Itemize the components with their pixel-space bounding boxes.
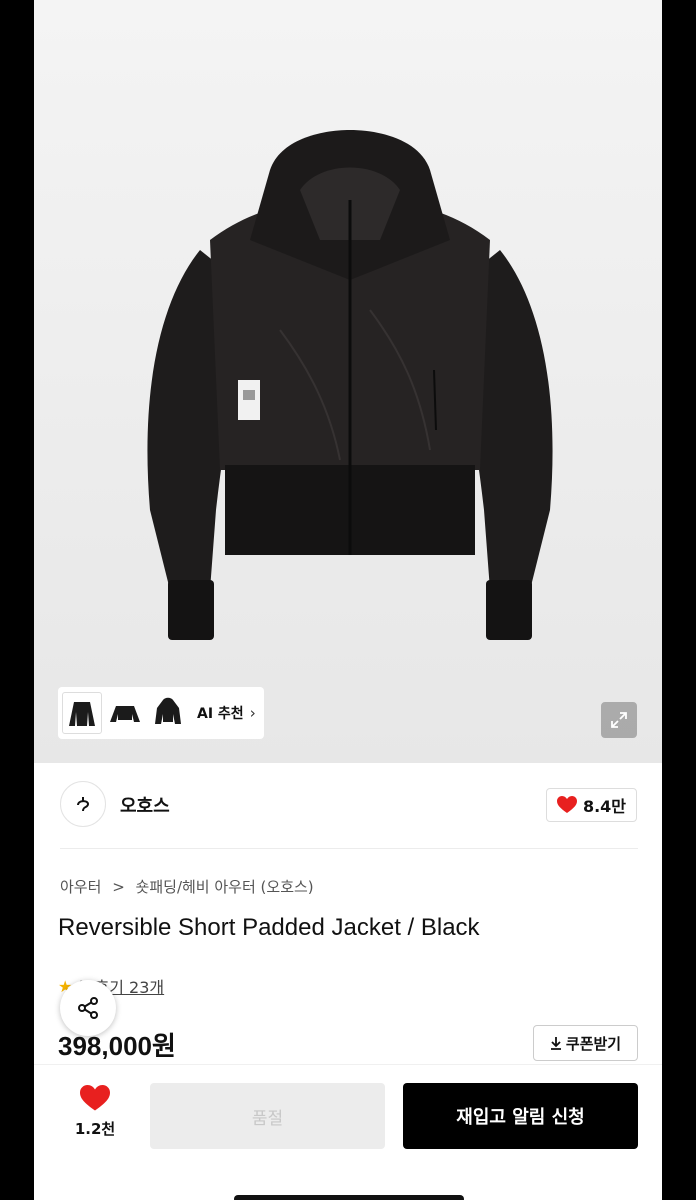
product-price: 398,000원 bbox=[58, 1031, 176, 1061]
breadcrumb-subcategory[interactable]: 숏패딩/헤비 아우터 (오호스) bbox=[136, 878, 314, 896]
hooded-jacket-thumb-icon[interactable] bbox=[148, 692, 188, 734]
cropped-jacket-thumb-icon[interactable] bbox=[105, 692, 145, 734]
breadcrumb: 아우터 > 숏패딩/헤비 아우터 (오호스) bbox=[60, 876, 320, 897]
expand-icon bbox=[611, 712, 627, 728]
brand-like-count: 8.4만 bbox=[582, 797, 627, 816]
expand-button[interactable] bbox=[601, 702, 637, 738]
ai-recommend-label[interactable]: AI 추천 bbox=[197, 703, 244, 723]
coupon-button[interactable]: 쿠폰받기 bbox=[533, 1025, 638, 1061]
brand-logo-icon[interactable] bbox=[60, 781, 106, 827]
app-screen: AI 추천 › 오호스 8.4만 아우터 > 숏패딩/헤비 아우터 (오호스) … bbox=[34, 0, 662, 1200]
heart-icon bbox=[80, 1085, 110, 1111]
ai-recommend-strip[interactable]: AI 추천 › bbox=[58, 687, 264, 739]
like-count: 1.2천 bbox=[74, 1120, 116, 1138]
product-title: Reversible Short Padded Jacket / Black bbox=[58, 914, 480, 941]
divider bbox=[60, 848, 638, 849]
heart-icon bbox=[556, 796, 577, 813]
restock-alert-button[interactable]: 재입고 알림 신청 bbox=[403, 1083, 638, 1149]
breadcrumb-category[interactable]: 아우터 bbox=[60, 878, 101, 896]
soldout-button: 품절 bbox=[150, 1083, 385, 1149]
coupon-label: 쿠폰받기 bbox=[565, 1034, 622, 1053]
share-icon bbox=[78, 997, 98, 1019]
product-image bbox=[147, 130, 553, 640]
download-icon bbox=[550, 1037, 561, 1050]
jacket-thumb-icon[interactable] bbox=[62, 692, 102, 734]
like-button[interactable]: 1.2천 bbox=[62, 1085, 128, 1151]
bottom-action-bar: 1.2천 품절 재입고 알림 신청 bbox=[34, 1064, 662, 1200]
brand-like-button[interactable]: 8.4만 bbox=[546, 788, 637, 822]
home-indicator bbox=[234, 1195, 464, 1200]
chevron-right-icon: › bbox=[249, 704, 256, 722]
product-image-gallery[interactable]: AI 추천 › bbox=[34, 0, 662, 763]
brand-row[interactable]: 오호스 8.4만 bbox=[34, 763, 662, 847]
breadcrumb-separator: > bbox=[112, 878, 125, 896]
brand-name[interactable]: 오호스 bbox=[120, 792, 170, 818]
